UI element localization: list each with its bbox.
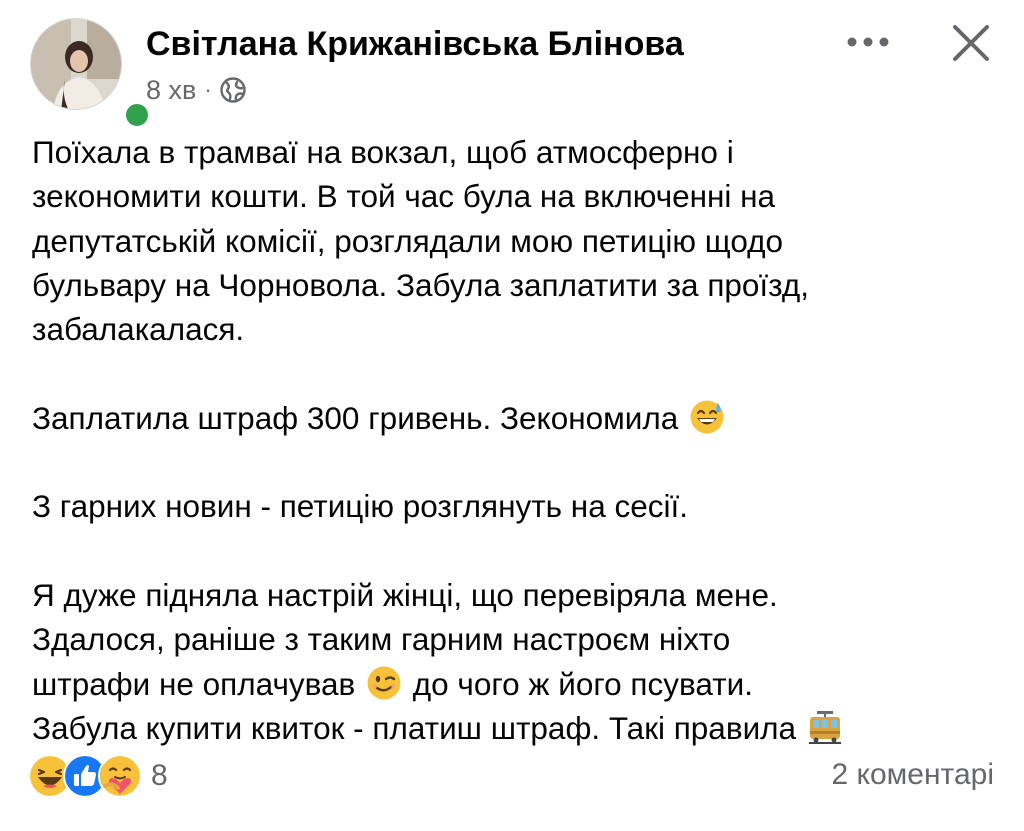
wink-emoji: [367, 666, 401, 700]
close-button[interactable]: [944, 16, 998, 70]
close-icon: [953, 25, 989, 61]
text-segment: до чого ж його псувати.: [412, 665, 753, 702]
tram-emoji: [808, 710, 841, 744]
post-timestamp[interactable]: 8 хв: [146, 75, 196, 106]
post-footer: 8 2 коментарі: [0, 748, 1024, 808]
text-line: бульвару на Чорновола. Забула заплатити …: [32, 266, 810, 303]
post-paragraph: З гарних новин - петицію розглянуть на с…: [32, 484, 992, 528]
post-paragraph: Поїхала в трамваї на вокзал, щоб атмосфе…: [32, 130, 992, 351]
more-options-button[interactable]: [840, 22, 896, 62]
avatar-image: [31, 19, 121, 109]
post-meta: 8 хв ·: [146, 74, 246, 106]
comments-count-link[interactable]: 2 коментарі: [832, 758, 994, 792]
post-text: Поїхала в трамваї на вокзал, щоб атмосфе…: [32, 130, 992, 750]
text-line: забалакалася.: [32, 311, 245, 348]
post-header: Світлана Крижанівська Блінова 8 хв ·: [0, 0, 1024, 130]
meta-separator: ·: [204, 77, 212, 102]
care-reaction-icon: [98, 754, 142, 798]
grinning-sweat-emoji: [690, 400, 724, 434]
post-paragraph: Я дуже підняла настрій жінці, що перевір…: [32, 573, 992, 750]
avatar-photo: [30, 18, 122, 110]
text-line: зекономити кошти. В той час була на вклю…: [32, 178, 776, 215]
reaction-count: 8: [151, 759, 168, 792]
text-line: Заплатила штраф 300 гривень. Зекономила: [32, 396, 992, 440]
post-paragraph: Заплатила штраф 300 гривень. Зекономила: [32, 396, 992, 440]
author-avatar[interactable]: [30, 18, 152, 130]
text-line: З гарних новин - петицію розглянуть на с…: [32, 488, 688, 525]
text-line: штрафи не оплачував до чого ж його псува…: [32, 662, 992, 706]
globe-icon: [220, 77, 246, 103]
text-segment: Заплатила штраф 300 гривень. Зекономила: [32, 399, 679, 436]
reactions-summary[interactable]: 8: [28, 754, 168, 798]
author-name[interactable]: Світлана Крижанівська Блінова: [146, 24, 684, 64]
text-segment: штрафи не оплачував: [32, 665, 356, 702]
text-line: Здалося, раніше з таким гарним настроєм …: [32, 621, 731, 658]
text-line: депутатській комісії, розглядали мою пет…: [32, 222, 784, 259]
text-segment: Забула купити квиток - платиш штраф. Так…: [32, 709, 797, 746]
text-line: Забула купити квиток - платиш штраф. Так…: [32, 706, 992, 750]
more-dots-icon: [847, 37, 889, 47]
text-line: Я дуже підняла настрій жінці, що перевір…: [32, 576, 778, 613]
text-line: Поїхала в трамваї на вокзал, щоб атмосфе…: [32, 134, 734, 170]
